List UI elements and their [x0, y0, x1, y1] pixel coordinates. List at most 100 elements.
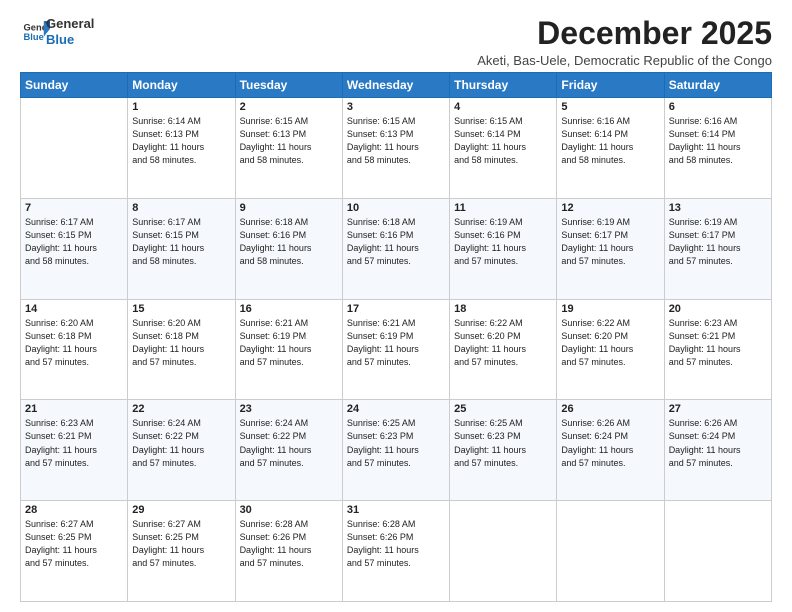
- calendar-cell: 9 Sunrise: 6:18 AMSunset: 6:16 PMDaylight…: [235, 198, 342, 299]
- day-info: Sunrise: 6:27 AMSunset: 6:25 PMDaylight:…: [132, 518, 230, 570]
- day-number: 24: [347, 403, 445, 415]
- calendar-header-row: SundayMondayTuesdayWednesdayThursdayFrid…: [21, 73, 772, 98]
- calendar-cell: 20 Sunrise: 6:23 AMSunset: 6:21 PMDayligh…: [664, 299, 771, 400]
- calendar-cell: 2 Sunrise: 6:15 AMSunset: 6:13 PMDaylight…: [235, 98, 342, 199]
- header: General Blue General Blue December 2025 …: [20, 16, 772, 68]
- day-info: Sunrise: 6:25 AMSunset: 6:23 PMDaylight:…: [454, 417, 552, 469]
- calendar-cell: 5 Sunrise: 6:16 AMSunset: 6:14 PMDaylight…: [557, 98, 664, 199]
- day-number: 13: [669, 202, 767, 214]
- day-number: 16: [240, 303, 338, 315]
- day-number: 12: [561, 202, 659, 214]
- day-info: Sunrise: 6:22 AMSunset: 6:20 PMDaylight:…: [561, 317, 659, 369]
- day-info: Sunrise: 6:25 AMSunset: 6:23 PMDaylight:…: [347, 417, 445, 469]
- calendar-day-header: Thursday: [450, 73, 557, 98]
- calendar-cell: 15 Sunrise: 6:20 AMSunset: 6:18 PMDayligh…: [128, 299, 235, 400]
- calendar-day-header: Friday: [557, 73, 664, 98]
- calendar-week-row: 14 Sunrise: 6:20 AMSunset: 6:18 PMDayligh…: [21, 299, 772, 400]
- day-number: 2: [240, 101, 338, 113]
- day-number: 17: [347, 303, 445, 315]
- calendar-cell: 7 Sunrise: 6:17 AMSunset: 6:15 PMDaylight…: [21, 198, 128, 299]
- day-number: 22: [132, 403, 230, 415]
- calendar-cell: 16 Sunrise: 6:21 AMSunset: 6:19 PMDayligh…: [235, 299, 342, 400]
- calendar-cell: 19 Sunrise: 6:22 AMSunset: 6:20 PMDayligh…: [557, 299, 664, 400]
- day-info: Sunrise: 6:17 AMSunset: 6:15 PMDaylight:…: [25, 216, 123, 268]
- calendar-day-header: Sunday: [21, 73, 128, 98]
- calendar-week-row: 1Sunrise: 6:14 AMSunset: 6:13 PMDaylight…: [21, 98, 772, 199]
- day-number: 21: [25, 403, 123, 415]
- calendar-cell: [21, 98, 128, 199]
- day-info: Sunrise: 6:18 AMSunset: 6:16 PMDaylight:…: [240, 216, 338, 268]
- calendar-cell: 27Sunrise: 6:26 AMSunset: 6:24 PMDayligh…: [664, 400, 771, 501]
- day-info: Sunrise: 6:26 AMSunset: 6:24 PMDaylight:…: [669, 417, 767, 469]
- calendar-cell: 29Sunrise: 6:27 AMSunset: 6:25 PMDayligh…: [128, 501, 235, 602]
- calendar-cell: [664, 501, 771, 602]
- day-number: 8: [132, 202, 230, 214]
- day-number: 25: [454, 403, 552, 415]
- day-number: 26: [561, 403, 659, 415]
- calendar-cell: 4 Sunrise: 6:15 AMSunset: 6:14 PMDaylight…: [450, 98, 557, 199]
- day-number: 7: [25, 202, 123, 214]
- calendar-week-row: 7 Sunrise: 6:17 AMSunset: 6:15 PMDaylight…: [21, 198, 772, 299]
- calendar-cell: 30Sunrise: 6:28 AMSunset: 6:26 PMDayligh…: [235, 501, 342, 602]
- day-number: 31: [347, 504, 445, 516]
- day-info: Sunrise: 6:24 AMSunset: 6:22 PMDaylight:…: [240, 417, 338, 469]
- calendar-cell: 17 Sunrise: 6:21 AMSunset: 6:19 PMDayligh…: [342, 299, 449, 400]
- calendar-cell: 14Sunrise: 6:20 AMSunset: 6:18 PMDayligh…: [21, 299, 128, 400]
- day-info: Sunrise: 6:19 AMSunset: 6:16 PMDaylight:…: [454, 216, 552, 268]
- day-number: 3: [347, 101, 445, 113]
- calendar-week-row: 21 Sunrise: 6:23 AMSunset: 6:21 PMDayligh…: [21, 400, 772, 501]
- day-info: Sunrise: 6:26 AMSunset: 6:24 PMDaylight:…: [561, 417, 659, 469]
- calendar-cell: [557, 501, 664, 602]
- day-number: 20: [669, 303, 767, 315]
- day-number: 15: [132, 303, 230, 315]
- calendar-cell: 22 Sunrise: 6:24 AMSunset: 6:22 PMDayligh…: [128, 400, 235, 501]
- calendar-cell: 18 Sunrise: 6:22 AMSunset: 6:20 PMDayligh…: [450, 299, 557, 400]
- day-number: 5: [561, 101, 659, 113]
- day-info: Sunrise: 6:21 AMSunset: 6:19 PMDaylight:…: [347, 317, 445, 369]
- calendar-cell: 6Sunrise: 6:16 AMSunset: 6:14 PMDaylight…: [664, 98, 771, 199]
- day-number: 19: [561, 303, 659, 315]
- day-info: Sunrise: 6:28 AMSunset: 6:26 PMDaylight:…: [347, 518, 445, 570]
- calendar-day-header: Monday: [128, 73, 235, 98]
- calendar-cell: 25 Sunrise: 6:25 AMSunset: 6:23 PMDayligh…: [450, 400, 557, 501]
- calendar-cell: 23 Sunrise: 6:24 AMSunset: 6:22 PMDayligh…: [235, 400, 342, 501]
- day-info: Sunrise: 6:17 AMSunset: 6:15 PMDaylight:…: [132, 216, 230, 268]
- day-number: 1: [132, 101, 230, 113]
- day-number: 9: [240, 202, 338, 214]
- day-info: Sunrise: 6:15 AMSunset: 6:14 PMDaylight:…: [454, 115, 552, 167]
- calendar-cell: [450, 501, 557, 602]
- day-info: Sunrise: 6:16 AMSunset: 6:14 PMDaylight:…: [561, 115, 659, 167]
- day-number: 4: [454, 101, 552, 113]
- calendar-cell: 13Sunrise: 6:19 AMSunset: 6:17 PMDayligh…: [664, 198, 771, 299]
- calendar-day-header: Saturday: [664, 73, 771, 98]
- main-title: December 2025: [477, 16, 772, 51]
- calendar-cell: 10Sunrise: 6:18 AMSunset: 6:16 PMDayligh…: [342, 198, 449, 299]
- day-info: Sunrise: 6:24 AMSunset: 6:22 PMDaylight:…: [132, 417, 230, 469]
- day-info: Sunrise: 6:21 AMSunset: 6:19 PMDaylight:…: [240, 317, 338, 369]
- day-number: 23: [240, 403, 338, 415]
- day-number: 14: [25, 303, 123, 315]
- calendar-day-header: Tuesday: [235, 73, 342, 98]
- day-info: Sunrise: 6:16 AMSunset: 6:14 PMDaylight:…: [669, 115, 767, 167]
- day-info: Sunrise: 6:23 AMSunset: 6:21 PMDaylight:…: [669, 317, 767, 369]
- calendar-table: SundayMondayTuesdayWednesdayThursdayFrid…: [20, 72, 772, 602]
- day-info: Sunrise: 6:18 AMSunset: 6:16 PMDaylight:…: [347, 216, 445, 268]
- page: General Blue General Blue December 2025 …: [0, 0, 792, 612]
- calendar-cell: 21 Sunrise: 6:23 AMSunset: 6:21 PMDayligh…: [21, 400, 128, 501]
- day-info: Sunrise: 6:23 AMSunset: 6:21 PMDaylight:…: [25, 417, 123, 469]
- day-info: Sunrise: 6:15 AMSunset: 6:13 PMDaylight:…: [347, 115, 445, 167]
- logo: General Blue General Blue: [20, 16, 94, 47]
- calendar-day-header: Wednesday: [342, 73, 449, 98]
- day-info: Sunrise: 6:22 AMSunset: 6:20 PMDaylight:…: [454, 317, 552, 369]
- day-info: Sunrise: 6:20 AMSunset: 6:18 PMDaylight:…: [132, 317, 230, 369]
- svg-text:Blue: Blue: [24, 31, 44, 41]
- calendar-cell: 26 Sunrise: 6:26 AMSunset: 6:24 PMDayligh…: [557, 400, 664, 501]
- day-number: 18: [454, 303, 552, 315]
- day-info: Sunrise: 6:15 AMSunset: 6:13 PMDaylight:…: [240, 115, 338, 167]
- day-info: Sunrise: 6:19 AMSunset: 6:17 PMDaylight:…: [561, 216, 659, 268]
- day-number: 28: [25, 504, 123, 516]
- title-block: December 2025 Aketi, Bas-Uele, Democrati…: [477, 16, 772, 68]
- subtitle: Aketi, Bas-Uele, Democratic Republic of …: [477, 53, 772, 68]
- day-info: Sunrise: 6:28 AMSunset: 6:26 PMDaylight:…: [240, 518, 338, 570]
- calendar-cell: 12 Sunrise: 6:19 AMSunset: 6:17 PMDayligh…: [557, 198, 664, 299]
